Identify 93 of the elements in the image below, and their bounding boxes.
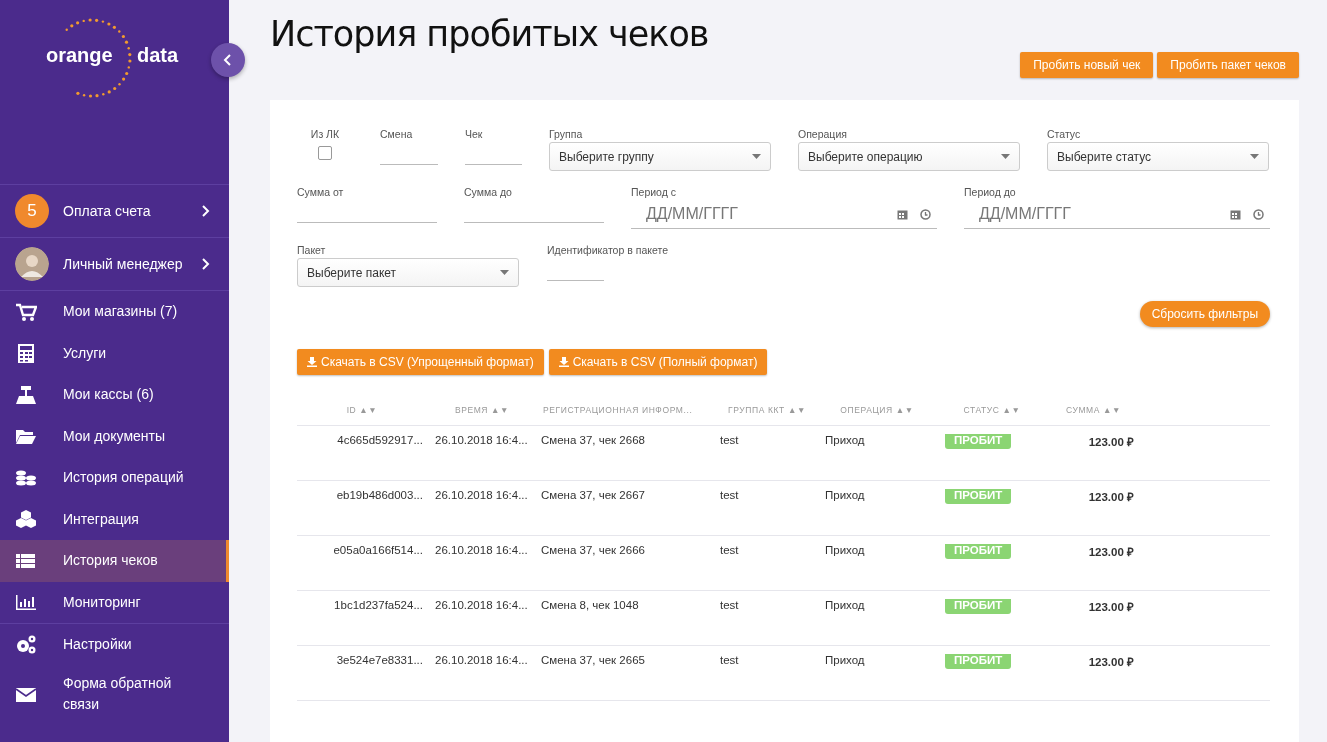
calendar-icon — [1230, 208, 1241, 220]
status-badge: ПРОБИТ — [945, 434, 1012, 449]
field-label: Пакет — [297, 243, 327, 258]
sidebar-label: Личный менеджер — [63, 256, 184, 272]
table-cell-text: test — [719, 489, 740, 503]
sidebar-item[interactable]: Мои магазины (7) — [0, 291, 229, 333]
dropdown[interactable]: Выберите статус — [1047, 142, 1269, 171]
field-label: Период до — [964, 185, 1017, 200]
collapse-button[interactable] — [211, 43, 245, 77]
sidebar-item[interactable]: Форма обратной связи — [0, 664, 229, 723]
caret-icon — [752, 154, 761, 159]
table-cell-text: Смена 8, чек 1048 — [540, 599, 640, 613]
dropdown[interactable]: Выберите операцию — [798, 142, 1020, 171]
chevron-right-icon — [201, 205, 210, 217]
table-cell-text: test — [719, 544, 740, 558]
table-cell-text: test — [719, 599, 740, 613]
dropdown[interactable]: Выберите пакет — [297, 258, 519, 287]
sidebar-item[interactable]: Услуги — [0, 332, 229, 374]
calendar-icon — [897, 208, 908, 220]
table-cell-text: 26.10.2018 16:4... — [434, 489, 529, 503]
field-label: Чек — [465, 127, 484, 142]
logo-text: data — [137, 44, 179, 67]
table-cell-text: Смена 37, чек 2665 — [540, 654, 646, 668]
sidebar-item[interactable]: История чеков — [0, 540, 229, 582]
field-label: Период с — [631, 185, 677, 200]
clock-icon — [1253, 208, 1264, 220]
table-cell-text: Приход — [824, 544, 866, 558]
table-cell-text: 3e524e7e8331... — [335, 654, 424, 668]
table-cell-text: 123.00 ₽ — [1087, 435, 1135, 450]
status-badge: ПРОБИТ — [945, 489, 1012, 504]
table-cell-text: e05a0a166f514... — [332, 544, 424, 558]
table-cell-text: 26.10.2018 16:4... — [434, 654, 529, 668]
table-cell-text: test — [719, 434, 740, 448]
table-cell-text: 26.10.2018 16:4... — [434, 434, 529, 448]
date-field[interactable]: ДД/ММ/ГГГГ — [979, 205, 1218, 223]
field-label: Сумма до — [464, 185, 513, 200]
checkbox[interactable] — [318, 146, 332, 160]
field-label: Сумма от — [297, 185, 345, 200]
table-cell-text: Приход — [824, 654, 866, 668]
sidebar-item[interactable]: Мои документы — [0, 415, 229, 457]
avatar-icon — [15, 247, 49, 281]
table-cell-text: Смена 37, чек 2666 — [540, 544, 646, 558]
field-label: Операция — [798, 127, 848, 142]
sidebar-item[interactable]: 5 Оплата счета — [0, 185, 229, 238]
field-label: Из ЛК — [310, 127, 340, 142]
sidebar-item[interactable]: Мои кассы (6) — [0, 374, 229, 416]
table-cell-text: Смена 37, чек 2668 — [540, 434, 646, 448]
gears-icon — [15, 634, 37, 655]
table-cell-text: eb19b486d003... — [335, 489, 424, 503]
page-title: История пробитых чеков — [270, 14, 709, 56]
sidebar-item[interactable]: Мониторинг — [0, 581, 229, 623]
status-badge: ПРОБИТ — [945, 654, 1012, 669]
table-cell-text: 4c665d592917... — [336, 434, 424, 448]
table-cell-text: Приход — [824, 489, 866, 503]
sidebar-item[interactable]: История операций — [0, 457, 229, 499]
table-cell-text: Приход — [824, 434, 866, 448]
table-cell-text: 26.10.2018 16:4... — [434, 599, 529, 613]
bar-chart-icon — [15, 592, 37, 613]
field-label: Идентификатор в пакете — [547, 243, 668, 258]
logo-text: orange — [46, 44, 113, 67]
date-field[interactable]: ДД/ММ/ГГГГ — [646, 205, 885, 223]
calculator-icon — [15, 343, 37, 364]
table-cell-text: Смена 37, чек 2667 — [540, 489, 646, 503]
field-label: Группа — [549, 127, 584, 142]
chevron-left-icon — [223, 54, 233, 66]
sidebar-item[interactable]: Настройки — [0, 623, 229, 665]
count-badge: 5 — [15, 194, 49, 228]
status-badge: ПРОБИТ — [945, 544, 1012, 559]
field-label: Статус — [1047, 127, 1082, 142]
sidebar-item[interactable]: Интеграция — [0, 498, 229, 540]
caret-icon — [1001, 154, 1010, 159]
status-badge: ПРОБИТ — [945, 599, 1012, 614]
table-cell-text: test — [719, 654, 740, 668]
chevron-right-icon — [201, 258, 210, 270]
cash-register-icon — [15, 384, 37, 405]
caret-icon — [1250, 154, 1259, 159]
table-cell-text: 26.10.2018 16:4... — [434, 544, 529, 558]
dropdown[interactable]: Выберите группу — [549, 142, 771, 171]
caret-icon — [500, 270, 509, 275]
sidebar-item[interactable]: Личный менеджер — [0, 238, 229, 291]
table-cell-text: 1bc1d237fa524... — [333, 599, 424, 613]
field-label: Смена — [380, 127, 414, 142]
sidebar-label: Оплата счета — [63, 203, 152, 219]
table-cell-text: 123.00 ₽ — [1087, 545, 1135, 560]
table-cell-text: 123.00 ₽ — [1087, 490, 1135, 505]
download-icon — [307, 357, 317, 367]
clock-icon — [920, 208, 931, 220]
table-cell-text: 123.00 ₽ — [1087, 655, 1135, 670]
table-cell-text: 123.00 ₽ — [1087, 600, 1135, 615]
cubes-icon — [15, 509, 37, 530]
table-cell-text: Приход — [824, 599, 866, 613]
download-icon — [558, 357, 569, 367]
cart-icon — [15, 301, 37, 322]
